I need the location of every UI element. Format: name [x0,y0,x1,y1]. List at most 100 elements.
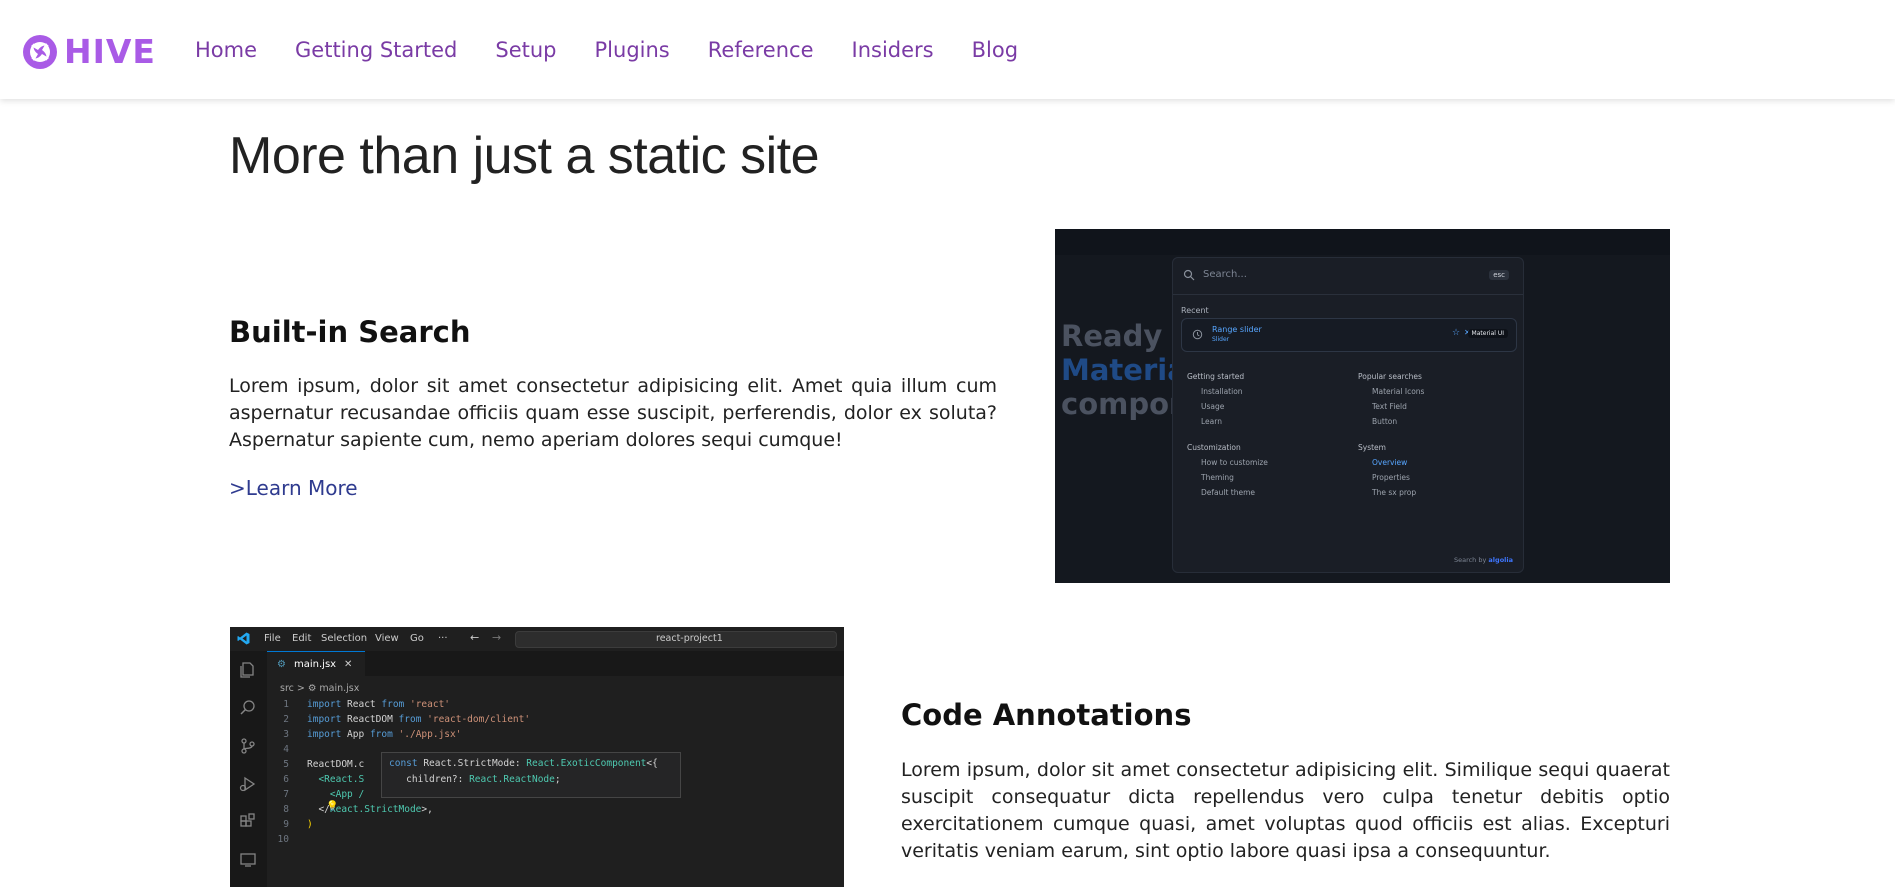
code-line: 9) [267,817,530,832]
arrow-right-icon: → [492,631,502,644]
esc-key-badge: esc [1489,270,1509,280]
nav-link-plugins[interactable]: Plugins [595,38,670,62]
editor-tab-label: main.jsx [294,659,337,670]
arrow-left-icon: ← [470,631,480,644]
code-token: './App.jsx' [392,729,462,740]
code-token: import [307,714,342,725]
code-token: ) [307,819,313,830]
algolia-logo: algolia [1488,556,1513,564]
line-number: 5 [283,759,289,770]
tooltip-line: children?: React.ReactNode; [389,772,673,788]
top-navbar: HIVE Home Getting Started Setup Plugins … [0,0,1895,99]
code-token: children?: [389,774,470,785]
column-getting-started: Getting started Installation Usage Learn [1187,372,1244,432]
menu-edit: Edit [292,633,312,644]
column-heading: Customization [1187,443,1241,452]
code-line: 3 import App from './App.jsx' [267,727,530,742]
nav-link-insiders[interactable]: Insiders [852,38,934,62]
column-system: System Overview Properties The sx prop [1358,443,1416,503]
column-item: Properties [1372,473,1410,482]
recent-label: Recent [1181,306,1209,315]
code-line: 1 import React from 'react' [267,697,530,712]
column-item: How to customize [1201,458,1268,467]
code-token: React.ReactNode [469,774,555,785]
code-token: ReactDOM.c [307,759,365,770]
line-number: 4 [283,744,289,755]
column-item-selected: Overview [1372,458,1408,467]
search-by-algolia: Search by algolia [1454,556,1513,564]
line-number: 9 [283,819,289,830]
code-token: const [389,758,418,769]
line-number: 7 [283,789,289,800]
column-item: The sx prop [1372,488,1417,497]
menu-file: File [264,633,281,644]
menu-go: Go [410,633,424,644]
code-token: 'react' [404,699,451,710]
column-item: Default theme [1201,488,1256,497]
nav-link-reference[interactable]: Reference [708,38,814,62]
feature-text-code: Lorem ipsum, dolor sit amet consectetur … [901,759,1670,862]
run-debug-icon [239,776,256,792]
feature-heading-code: Code Annotations [901,698,1192,732]
nav-link-getting-started[interactable]: Getting Started [295,38,457,62]
code-token: React.ExoticComponent [526,758,647,769]
code-token: ReactDOM [341,714,399,725]
column-popular-searches: Popular searches Material Icons Text Fie… [1358,372,1424,432]
learn-more-link[interactable]: >Learn More [229,476,358,500]
modal-search-placeholder: Search... [1203,269,1247,280]
column-item: Theming [1201,473,1234,482]
tooltip-line: const React.StrictMode: React.ExoticComp… [389,756,673,772]
recent-item-title: Range slider [1212,325,1262,334]
code-line: 10 [267,832,530,847]
recent-item-tag: Material UI [1467,329,1508,338]
star-icon: ☆ [1452,328,1461,338]
remote-explorer-icon [240,853,256,867]
code-token: <App / [307,789,365,800]
explorer-icon [240,662,254,678]
code-token: import [307,729,342,740]
recent-item: Range slider Slider ☆ ✕ Material UI [1181,318,1517,352]
code-token: React.StrictMode [329,804,422,815]
code-line: 2 import ReactDOM from 'react-dom/client' [267,712,530,727]
page-title: More than just a static site [229,127,820,185]
code-token: from [381,699,405,710]
code-token: React [341,699,382,710]
code-token: App [341,729,370,740]
column-item: Installation [1201,387,1243,396]
source-control-icon [241,738,255,754]
editor-breadcrumb: src > ⚙ main.jsx [280,683,360,694]
recent-item-subtitle: Slider [1212,336,1230,343]
column-item: Button [1372,417,1398,426]
column-item: Learn [1201,417,1222,426]
code-token: 'react-dom/client' [421,714,531,725]
code-token: <React.S [307,774,365,785]
react-file-icon: ⚙ [277,659,286,670]
line-number: 2 [283,714,289,725]
feature-text-search: Lorem ipsum, dolor sit amet consectetur … [229,375,997,451]
search-icon [240,700,255,715]
feature-heading-search: Built-in Search [229,315,471,349]
hover-tooltip: const React.StrictMode: React.ExoticComp… [381,752,681,798]
vscode-logo-icon [237,632,250,645]
editor-command-center: react-project1 [515,631,837,648]
brand-logo-link[interactable]: HIVE [22,32,156,71]
nav-link-home[interactable]: Home [195,38,257,62]
nav-link-setup[interactable]: Setup [495,38,556,62]
column-item: Material Icons [1372,387,1425,396]
nav-link-blog[interactable]: Blog [972,38,1018,62]
line-number: 10 [277,834,289,845]
editor-tab-main-jsx: ⚙ main.jsx ✕ [267,651,365,677]
editor-search-text: react-project1 [656,633,723,644]
screenshot-bg-navbar [1055,229,1670,255]
code-token: >, [421,804,433,815]
brand-name: HIVE [64,32,156,71]
column-heading: Getting started [1187,372,1245,381]
column-heading: Popular searches [1358,372,1422,381]
line-number: 3 [283,729,289,740]
extensions-icon [240,813,255,827]
line-number: 6 [283,774,289,785]
code-token: import [307,699,342,710]
lightbulb-icon: 💡 [326,801,339,812]
code-token: from [398,714,422,725]
search-feature-screenshot: Ready to Material compone Search... esc … [1055,229,1670,583]
